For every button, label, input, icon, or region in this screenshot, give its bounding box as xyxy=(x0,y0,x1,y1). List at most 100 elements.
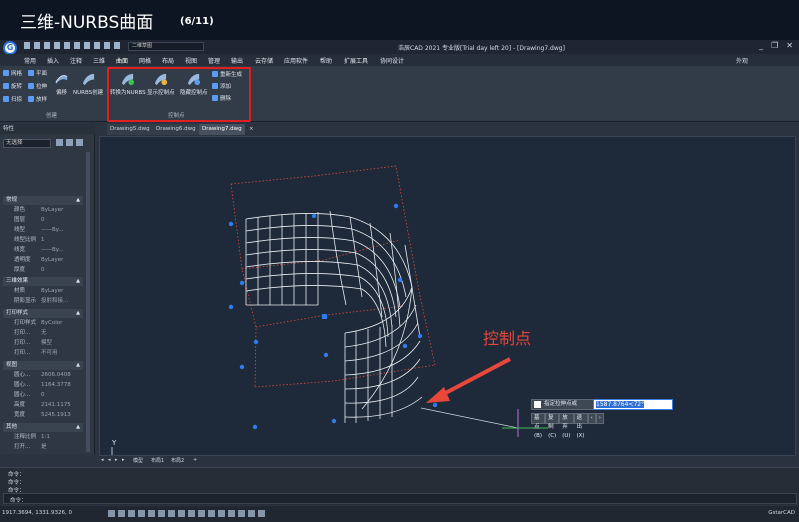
polar-icon[interactable] xyxy=(138,510,145,517)
minimize-icon[interactable]: _ xyxy=(759,41,763,50)
doc-tab-drawing6[interactable]: Drawing6.dwg xyxy=(153,124,199,135)
section-3d-effects[interactable]: 三维效果 ▲ xyxy=(3,277,83,286)
property-row[interactable]: 圆心... 1164.3778 xyxy=(3,381,83,390)
tab-layout1[interactable]: 布局1 xyxy=(151,457,164,464)
properties-scrollbar[interactable] xyxy=(86,152,90,452)
tab-surface[interactable]: 曲面 xyxy=(116,56,128,65)
selection-dropdown[interactable]: 无选择 xyxy=(3,139,51,148)
grid-icon[interactable] xyxy=(108,510,115,517)
tab-layout2[interactable]: 布局2 xyxy=(171,457,184,464)
stretch-point-input[interactable]: 1587.8764<72° xyxy=(593,399,673,410)
section-general[interactable]: 常规 ▲ xyxy=(3,196,83,205)
revolve-button[interactable]: 旋转 xyxy=(3,82,22,90)
redo-icon[interactable] xyxy=(84,42,90,49)
dynamic-input-toggle-icon[interactable] xyxy=(178,510,185,517)
save-as-icon[interactable] xyxy=(54,42,60,49)
workspace-selector[interactable]: 二维草图 xyxy=(128,42,204,51)
close-tab-icon[interactable]: × xyxy=(246,124,257,135)
property-row[interactable]: 阴影显示 投射和接... xyxy=(3,297,83,306)
restore-icon[interactable]: ❐ xyxy=(771,41,778,50)
appearance-menu[interactable]: 外观 xyxy=(736,56,748,65)
property-row[interactable]: 宽度 5245.1913 xyxy=(3,411,83,420)
control-points[interactable] xyxy=(228,203,438,430)
section-view[interactable]: 视图 ▲ xyxy=(3,361,83,370)
option-exit[interactable]: 退出(X) xyxy=(573,413,588,439)
tab-model[interactable]: 模型 xyxy=(133,457,143,464)
tab-output[interactable]: 输出 xyxy=(231,56,243,65)
extrude-button[interactable]: 拉伸 xyxy=(28,82,47,90)
hardware-acceleration-icon[interactable] xyxy=(248,510,255,517)
match-icon[interactable] xyxy=(94,42,100,49)
tab-insert[interactable]: 插入 xyxy=(47,56,59,65)
property-row[interactable]: 圆心... 2606.0408 xyxy=(3,371,83,380)
tab-cloud[interactable]: 云存储 xyxy=(255,56,273,65)
dropdown-icon[interactable] xyxy=(114,42,120,49)
property-row[interactable]: 厚度 0 xyxy=(3,266,83,275)
tab-manage[interactable]: 管理 xyxy=(208,56,220,65)
loft-button[interactable]: 放样 xyxy=(28,95,47,103)
lineweight-icon[interactable] xyxy=(188,510,195,517)
plane-button[interactable]: 平面 xyxy=(28,69,47,77)
tab-apps[interactable]: 应用软件 xyxy=(284,56,308,65)
ortho-icon[interactable] xyxy=(128,510,135,517)
isolate-icon[interactable] xyxy=(238,510,245,517)
app-logo-icon[interactable]: G xyxy=(3,41,17,55)
property-row[interactable]: 打印... 不可用 xyxy=(3,349,83,358)
tab-common[interactable]: 常用 xyxy=(24,56,36,65)
doc-tab-drawing5[interactable]: Drawing5.dwg xyxy=(107,124,153,135)
option-undo[interactable]: 放弃(U) xyxy=(559,413,574,439)
command-input[interactable]: 命令： xyxy=(3,493,797,504)
tab-3d[interactable]: 三维 xyxy=(93,56,105,65)
annotation-scale-icon[interactable] xyxy=(218,510,225,517)
option-copy[interactable]: 复制(C) xyxy=(545,413,560,439)
drawing-canvas[interactable]: 控制点 X Y xyxy=(99,136,796,456)
property-row[interactable]: 透明度 ByLayer xyxy=(3,256,83,265)
section-misc[interactable]: 其他 ▲ xyxy=(3,423,83,432)
otrack-icon[interactable] xyxy=(158,510,165,517)
next-layout-arrow[interactable]: ▸ xyxy=(115,457,118,463)
print-icon[interactable] xyxy=(64,42,70,49)
transparency-icon[interactable] xyxy=(198,510,205,517)
first-layout-arrow[interactable]: ◂ xyxy=(101,457,104,463)
tab-extensions[interactable]: 扩展工具 xyxy=(344,56,368,65)
property-row[interactable]: 线宽 ——By... xyxy=(3,246,83,255)
selection-cycling-icon[interactable] xyxy=(208,510,215,517)
property-row[interactable]: 圆心... 0 xyxy=(3,391,83,400)
property-row[interactable]: 线型比例 1 xyxy=(3,236,83,245)
property-row[interactable]: 打印... 无 xyxy=(3,329,83,338)
property-row[interactable]: 打印... 模型 xyxy=(3,339,83,348)
property-row[interactable]: 高度 2141.1175 xyxy=(3,401,83,410)
last-layout-arrow[interactable]: ▸ xyxy=(122,457,125,463)
open-file-icon[interactable] xyxy=(34,42,40,49)
section-plot-style[interactable]: 打印样式 ▲ xyxy=(3,309,83,318)
add-layout-button[interactable]: + xyxy=(193,457,197,463)
toggle-pickadd-icon[interactable] xyxy=(56,139,63,146)
quick-select-icon[interactable] xyxy=(76,139,83,146)
option-base-point[interactable]: 基点(B) xyxy=(531,413,546,439)
clean-screen-icon[interactable] xyxy=(258,510,265,517)
property-row[interactable]: 图层 0 xyxy=(3,216,83,225)
doc-tab-drawing7[interactable]: Drawing7.dwg xyxy=(199,124,245,135)
save-icon[interactable] xyxy=(44,42,50,49)
property-row[interactable]: 打开... 是 xyxy=(3,443,83,452)
undo-icon[interactable] xyxy=(74,42,80,49)
option-prev[interactable]: ‹ xyxy=(587,413,596,424)
close-icon[interactable]: ✕ xyxy=(786,41,793,50)
offset-button[interactable]: 偏移 xyxy=(54,71,69,96)
prev-layout-arrow[interactable]: ◂ xyxy=(108,457,111,463)
property-row[interactable]: 颜色 ByLayer xyxy=(3,206,83,215)
new-file-icon[interactable] xyxy=(24,42,30,49)
tab-annotate[interactable]: 注释 xyxy=(70,56,82,65)
tab-help[interactable]: 帮助 xyxy=(320,56,332,65)
property-row[interactable]: 注释比例 1:1 xyxy=(3,433,83,442)
tab-mesh[interactable]: 网格 xyxy=(139,56,151,65)
tab-view[interactable]: 视图 xyxy=(185,56,197,65)
property-row[interactable]: 打印样式 ByColor xyxy=(3,319,83,328)
property-row[interactable]: 线型 ——By... xyxy=(3,226,83,235)
sweep-button[interactable]: 扫掠 xyxy=(3,95,22,103)
mesh-button[interactable]: 网格 xyxy=(3,69,22,77)
snap-icon[interactable] xyxy=(118,510,125,517)
workspace-switch-icon[interactable] xyxy=(228,510,235,517)
tab-collaboration[interactable]: 协同设计 xyxy=(380,56,404,65)
property-row[interactable]: 材质 ByLayer xyxy=(3,287,83,296)
